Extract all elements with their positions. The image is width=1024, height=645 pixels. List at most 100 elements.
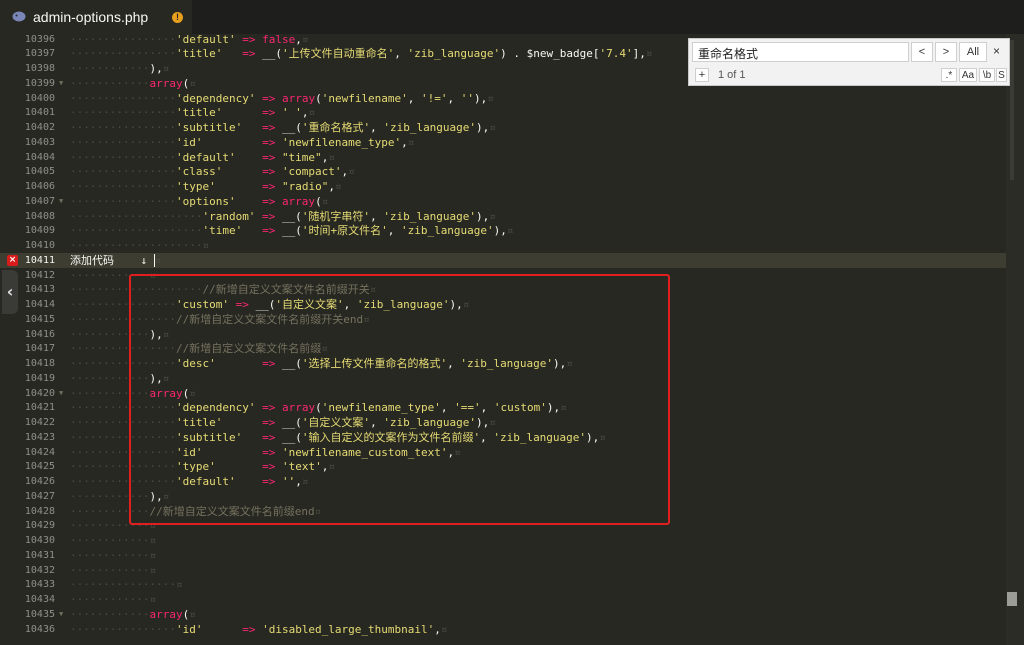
line-number: 10418 [24,358,55,369]
code-line[interactable]: 10406 ················'type' => "radio",¤ [0,179,1006,194]
code-line[interactable]: 10404 ················'default' => "time"… [0,150,1006,165]
code-line[interactable]: 10434 ············¤ [0,592,1006,607]
error-marker-icon[interactable]: × [7,254,18,266]
line-number: 10423 [24,431,55,443]
code-token: ), [493,224,507,238]
code-line[interactable]: 10400 ················'dependency' => arr… [0,91,1006,106]
code-token: => [255,91,282,105]
unsaved-icon[interactable]: ! [172,12,183,23]
fold-toggle-icon[interactable]: ▼ [59,386,63,401]
find-result-count: 1 of 1 [718,69,746,81]
code-line[interactable]: 10409 ····················'time' => __('时… [0,223,1006,238]
code-token: '!=' [421,91,448,105]
code-token: => [215,180,282,193]
find-input[interactable]: 重命名格式 [692,42,909,62]
line-number: 10405 [24,166,55,178]
fold-toggle-icon[interactable]: ▼ [59,194,63,209]
code-line[interactable]: 10410 ····················¤ [0,238,1006,253]
code-text: ················'class' => 'compact',¤ [70,164,355,179]
code-token: __( [262,47,282,61]
eol-marker: ¤ [189,76,196,90]
code-line[interactable]: 10430 ············¤ [0,533,1006,548]
code-token: ' ' [281,106,302,120]
code-token: 'time' [202,224,243,238]
find-all-button[interactable]: All [959,42,987,62]
line-number: 10402 [24,122,55,133]
indent-whitespace: ···················· [70,209,203,223]
code-line[interactable]: 10436 ················'id' => 'disabled_l… [0,622,1006,637]
close-icon[interactable]: × [993,44,1000,58]
line-number: 10430 [24,535,55,546]
highlight-annotation-box [129,274,670,525]
code-line[interactable]: 10405 ················'class' => 'compact… [0,164,1006,179]
match-case-toggle[interactable]: Aa [959,68,977,82]
eol-marker: ¤ [154,253,162,267]
code-token: 'zib_language' [407,47,501,61]
code-token: => [242,224,282,238]
eol-marker: ¤ [149,534,157,547]
line-gutter: 10434 [0,592,66,607]
code-line[interactable]: 10402 ················'subtitle' => __('重… [0,120,1006,135]
code-token: array [149,607,183,621]
eol-marker: ¤ [321,194,329,208]
line-number: 10422 [24,417,55,428]
eol-marker: ¤ [487,91,494,105]
code-line[interactable]: 10401 ················'title' => ' ',¤ [0,105,1006,120]
code-line[interactable]: × 10411 添加代码 ↓ ¤ [0,252,1006,268]
indent-whitespace: ················ [70,121,176,134]
code-text: ············¤ [70,548,156,563]
in-selection-toggle[interactable]: S [996,68,1007,82]
code-token: ( [315,194,322,208]
code-line[interactable]: 10432 ············¤ [0,563,1006,578]
code-token: 'title' [175,106,223,120]
line-gutter: 10432 [0,563,66,578]
code-token: 'disabled_large_thumbnail' [262,622,435,636]
line-number: 10414 [24,299,55,310]
tab-filename: admin-options.php [33,9,149,25]
code-token: 'compact' [281,165,342,179]
code-token: => [222,106,282,120]
find-next-button[interactable]: > [935,42,957,62]
code-token: 'default' [175,150,236,164]
code-token: , [447,91,461,105]
code-token: ), [474,91,488,105]
code-line[interactable]: 10435 ▼ ············array(¤ [0,607,1006,622]
code-line[interactable]: 10407 ▼ ················'options' => array… [0,194,1006,209]
regex-toggle[interactable]: .* [941,68,957,82]
code-token: ], [632,47,646,61]
whole-word-toggle[interactable]: \b [979,68,995,82]
indent-whitespace: ············ [70,62,150,75]
code-token: "time" [281,150,322,164]
side-collapse-arrow-icon[interactable]: ‹ [2,270,18,314]
code-line[interactable]: 10403 ················'id' => 'newfilenam… [0,135,1006,150]
code-token: => [235,150,282,164]
code-text: ················'id' => 'disabled_large_… [70,622,448,637]
code-token: '随机字串符' [301,209,371,223]
find-prev-button[interactable]: < [911,42,933,62]
code-token: $new_badge [526,47,593,61]
line-gutter: 10401 [0,105,66,120]
scrollbar-thumb[interactable] [1007,592,1017,606]
find-expand-button[interactable]: + [695,68,709,82]
vertical-scrollbar[interactable] [1006,34,1024,645]
eol-marker: ¤ [645,47,653,61]
line-gutter: 10407 ▼ [0,194,66,209]
line-number: 10426 [24,476,55,487]
tab-admin-options[interactable]: admin-options.php ! [0,0,192,34]
indent-whitespace: ············ [70,76,150,90]
fold-toggle-icon[interactable]: ▼ [59,607,63,622]
code-token: , [295,32,302,46]
indent-whitespace: ················ [70,578,176,592]
code-line[interactable]: 10408 ····················'random' => __(… [0,209,1006,224]
code-line[interactable]: 10431 ············¤ [0,548,1006,563]
line-number: 10404 [24,151,55,163]
code-token: '重命名格式' [301,121,371,134]
indent-whitespace: ················ [70,180,176,193]
line-gutter: 10430 [0,533,66,548]
fold-toggle-icon[interactable]: ▼ [59,76,63,91]
code-token: 'subtitle' [175,121,243,134]
line-gutter: 10422 [0,415,66,430]
line-number: 10427 [24,490,55,502]
code-token: 'newfilename' [321,91,408,105]
code-line[interactable]: 10433 ················¤ [0,577,1006,592]
